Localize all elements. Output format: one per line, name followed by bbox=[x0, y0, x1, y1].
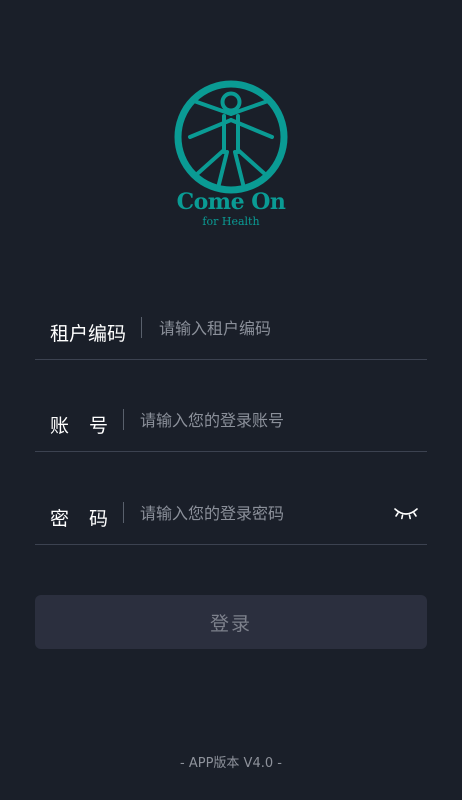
tenant-code-label: 租户编码 bbox=[50, 323, 127, 345]
eye-closed-icon[interactable] bbox=[392, 504, 420, 522]
logo-title: Come On bbox=[176, 189, 286, 215]
app-logo: Come On for Health bbox=[172, 80, 290, 230]
account-row: 账号 bbox=[35, 391, 427, 452]
field-divider bbox=[141, 317, 142, 338]
tenant-code-row: 租户编码 bbox=[35, 299, 427, 360]
app-version: - APP版本 V4.0 - bbox=[180, 756, 282, 771]
password-row: 密码 bbox=[35, 484, 427, 545]
password-label: 密码 bbox=[50, 508, 129, 530]
password-input[interactable] bbox=[140, 498, 380, 528]
field-divider bbox=[123, 502, 124, 523]
account-label: 账号 bbox=[50, 415, 129, 437]
login-button[interactable]: 登录 bbox=[35, 595, 427, 649]
account-input[interactable] bbox=[140, 405, 420, 435]
logo-subtitle: for Health bbox=[202, 215, 260, 228]
field-divider bbox=[123, 409, 124, 430]
vitruvian-figure-icon bbox=[174, 80, 288, 194]
tenant-code-input[interactable] bbox=[159, 313, 419, 343]
